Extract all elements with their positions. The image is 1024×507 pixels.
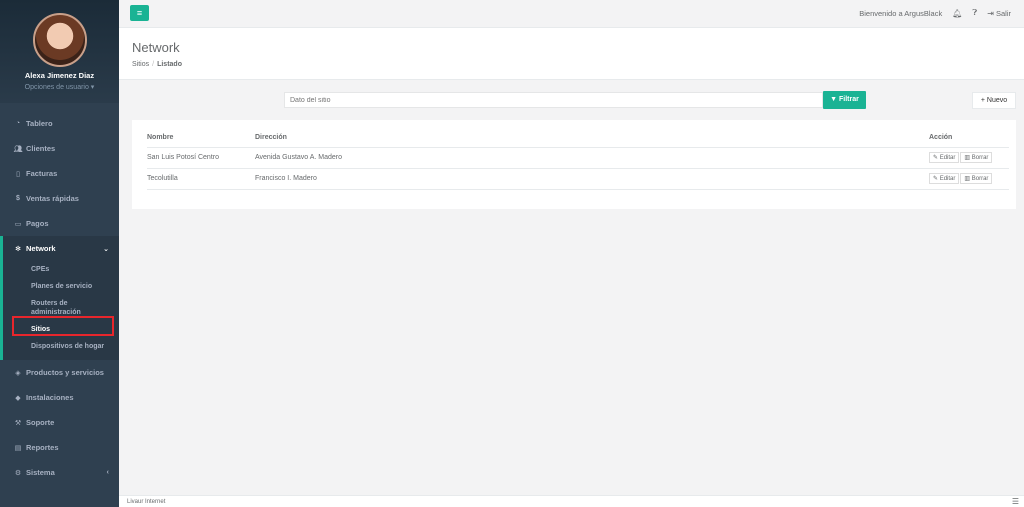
- footer-text: Livaur Internet: [127, 499, 166, 505]
- sidebar-item-ventas[interactable]: $ Ventas rápidas: [0, 186, 119, 211]
- submenu-item-cpes[interactable]: CPEs: [3, 261, 119, 278]
- sites-panel: Nombre Dirección Acción San Luis Potosí …: [132, 120, 1016, 209]
- sidebar-item-label: Reportes: [26, 443, 59, 452]
- profile-name: Alexa Jimenez Diaz: [24, 71, 95, 80]
- sidebar-item-productos[interactable]: ◈ Productos y servicios: [0, 360, 119, 385]
- sidebar: Alexa Jimenez Diaz Opciones de usuario ▾…: [0, 0, 119, 507]
- credit-card-icon: ▭: [14, 220, 22, 228]
- cell-actions: ✎ Editar ▥ Borrar: [929, 147, 1009, 169]
- logout-link[interactable]: ⇥ Salir: [987, 9, 1011, 18]
- cell-actions: ✎ Editar ▥ Borrar: [929, 168, 1009, 190]
- edit-label: Editar: [939, 176, 956, 182]
- annotation-highlight-box: [12, 316, 114, 336]
- network-submenu: CPEs Planes de servicio Routers de admin…: [3, 261, 119, 360]
- welcome-text: Bienvenido a ArgusBlack: [859, 8, 943, 18]
- breadcrumb-parent[interactable]: Sitios: [132, 61, 149, 68]
- sidebar-item-pagos[interactable]: ▭ Pagos: [0, 211, 119, 236]
- breadcrumb-separator: /: [152, 61, 155, 68]
- edit-button[interactable]: ✎ Editar: [929, 152, 960, 163]
- site-search-input[interactable]: [284, 92, 823, 108]
- edit-button[interactable]: ✎ Editar: [929, 173, 960, 184]
- sidebar-item-label: Ventas rápidas: [26, 194, 79, 203]
- sidebar-item-sistema[interactable]: ⚙ Sistema ‹: [0, 460, 119, 485]
- database-icon: ☰: [1011, 497, 1019, 506]
- dashboard-icon: ◔: [15, 120, 21, 127]
- filter-button[interactable]: ▼ Filtrar: [823, 91, 866, 109]
- wrench-icon: ⚒: [14, 419, 22, 427]
- trash-icon: ▥: [964, 176, 971, 182]
- sidebar-item-label: Tablero: [26, 119, 53, 128]
- new-site-button[interactable]: + Nuevo: [972, 92, 1016, 109]
- sidebar-item-tablero[interactable]: ◔ Tablero: [0, 111, 119, 136]
- network-icon: ✻: [15, 245, 21, 253]
- sign-out-icon: ⇥: [987, 8, 994, 18]
- filter-icon: ▼: [830, 96, 838, 103]
- side-nav: ◔ Tablero 👥︎ Clientes ▯ Facturas $ Venta…: [0, 111, 119, 485]
- hamburger-icon: ≡: [136, 8, 143, 18]
- profile-header: Alexa Jimenez Diaz Opciones de usuario ▾: [0, 0, 119, 103]
- chevron-left-icon: ‹: [106, 469, 109, 476]
- sidebar-item-label: Pagos: [26, 219, 49, 228]
- sidebar-item-instalaciones[interactable]: ◆ Instalaciones: [0, 385, 119, 410]
- avatar[interactable]: [32, 13, 87, 67]
- delete-label: Borrar: [971, 176, 989, 182]
- logout-label: Salir: [995, 8, 1011, 18]
- table-header-row: Nombre Dirección Acción: [147, 129, 1009, 148]
- network-section: ✻ Network ⌄ CPEs Planes de servicio Rout…: [0, 236, 119, 360]
- breadcrumb: Sitios / Listado: [132, 61, 1011, 68]
- user-options-dropdown[interactable]: Opciones de usuario ▾: [0, 83, 119, 91]
- sidebar-item-reportes[interactable]: ▤ Reportes: [0, 435, 119, 460]
- delete-label: Borrar: [971, 155, 989, 161]
- table-row: San Luis Potosí Centro Avenida Gustavo A…: [147, 147, 1009, 169]
- edit-icon: ✎: [933, 155, 939, 161]
- delete-button[interactable]: ▥ Borrar: [960, 152, 993, 163]
- footer: Livaur Internet ☰: [119, 495, 1024, 507]
- cell-address: Francisco I. Madero: [255, 168, 929, 190]
- help-icon[interactable]: ❓︎: [972, 8, 977, 18]
- new-button-label: Nuevo: [986, 97, 1008, 104]
- trash-icon: ▥: [964, 155, 971, 161]
- file-icon: ▯: [16, 170, 20, 178]
- table-row: Tecolutilla Francisco I. Madero ✎ Editar…: [147, 168, 1009, 190]
- top-right-area: Bienvenido a ArgusBlack 🔔︎ ❓︎ ⇥ Salir: [859, 8, 1011, 18]
- header-name: Nombre: [147, 129, 255, 148]
- users-icon: 👥︎: [13, 145, 23, 153]
- edit-label: Editar: [939, 155, 956, 161]
- sidebar-item-label: Productos y servicios: [26, 368, 104, 377]
- sites-table: Nombre Dirección Acción San Luis Potosí …: [147, 129, 1009, 190]
- cell-address: Avenida Gustavo A. Madero: [255, 147, 929, 169]
- submenu-item-dispositivos[interactable]: Dispositivos de hogar: [3, 338, 119, 355]
- sidebar-item-label: Instalaciones: [26, 393, 74, 402]
- sidebar-item-label: Network: [26, 244, 56, 253]
- sidebar-item-clientes[interactable]: 👥︎ Clientes: [0, 136, 119, 161]
- top-navbar: ≡ Bienvenido a ArgusBlack 🔔︎ ❓︎ ⇥ Salir: [119, 0, 1024, 28]
- sidebar-item-network[interactable]: ✻ Network ⌄: [3, 236, 119, 261]
- book-icon: ▤: [14, 444, 22, 452]
- page-heading: Network Sitios / Listado: [119, 28, 1024, 80]
- breadcrumb-current: Listado: [157, 61, 182, 68]
- plus-icon: +: [980, 97, 985, 104]
- menu-toggle-button[interactable]: ≡: [130, 5, 149, 21]
- wrench-diamond-icon: ◆: [15, 394, 21, 402]
- sidebar-item-label: Clientes: [26, 144, 56, 153]
- bell-icon[interactable]: 🔔︎: [952, 9, 962, 18]
- submenu-item-planes[interactable]: Planes de servicio: [3, 278, 119, 295]
- delete-button[interactable]: ▥ Borrar: [960, 173, 993, 184]
- sidebar-item-facturas[interactable]: ▯ Facturas: [0, 161, 119, 186]
- sidebar-item-label: Sistema: [26, 468, 55, 477]
- cogs-icon: ⚙: [14, 469, 22, 477]
- header-action: Acción: [929, 129, 1009, 148]
- dollar-icon: $: [16, 195, 20, 202]
- cell-name: San Luis Potosí Centro: [147, 147, 255, 169]
- sidebar-item-label: Soporte: [26, 418, 55, 427]
- header-address: Dirección: [255, 129, 929, 148]
- edit-icon: ✎: [933, 176, 939, 182]
- cell-name: Tecolutilla: [147, 168, 255, 190]
- chevron-down-icon: ⌄: [103, 245, 109, 253]
- tags-icon: ◈: [15, 369, 21, 377]
- sidebar-item-label: Facturas: [26, 169, 58, 178]
- sidebar-item-soporte[interactable]: ⚒ Soporte: [0, 410, 119, 435]
- filter-button-label: Filtrar: [839, 96, 859, 103]
- page-title: Network: [132, 40, 180, 55]
